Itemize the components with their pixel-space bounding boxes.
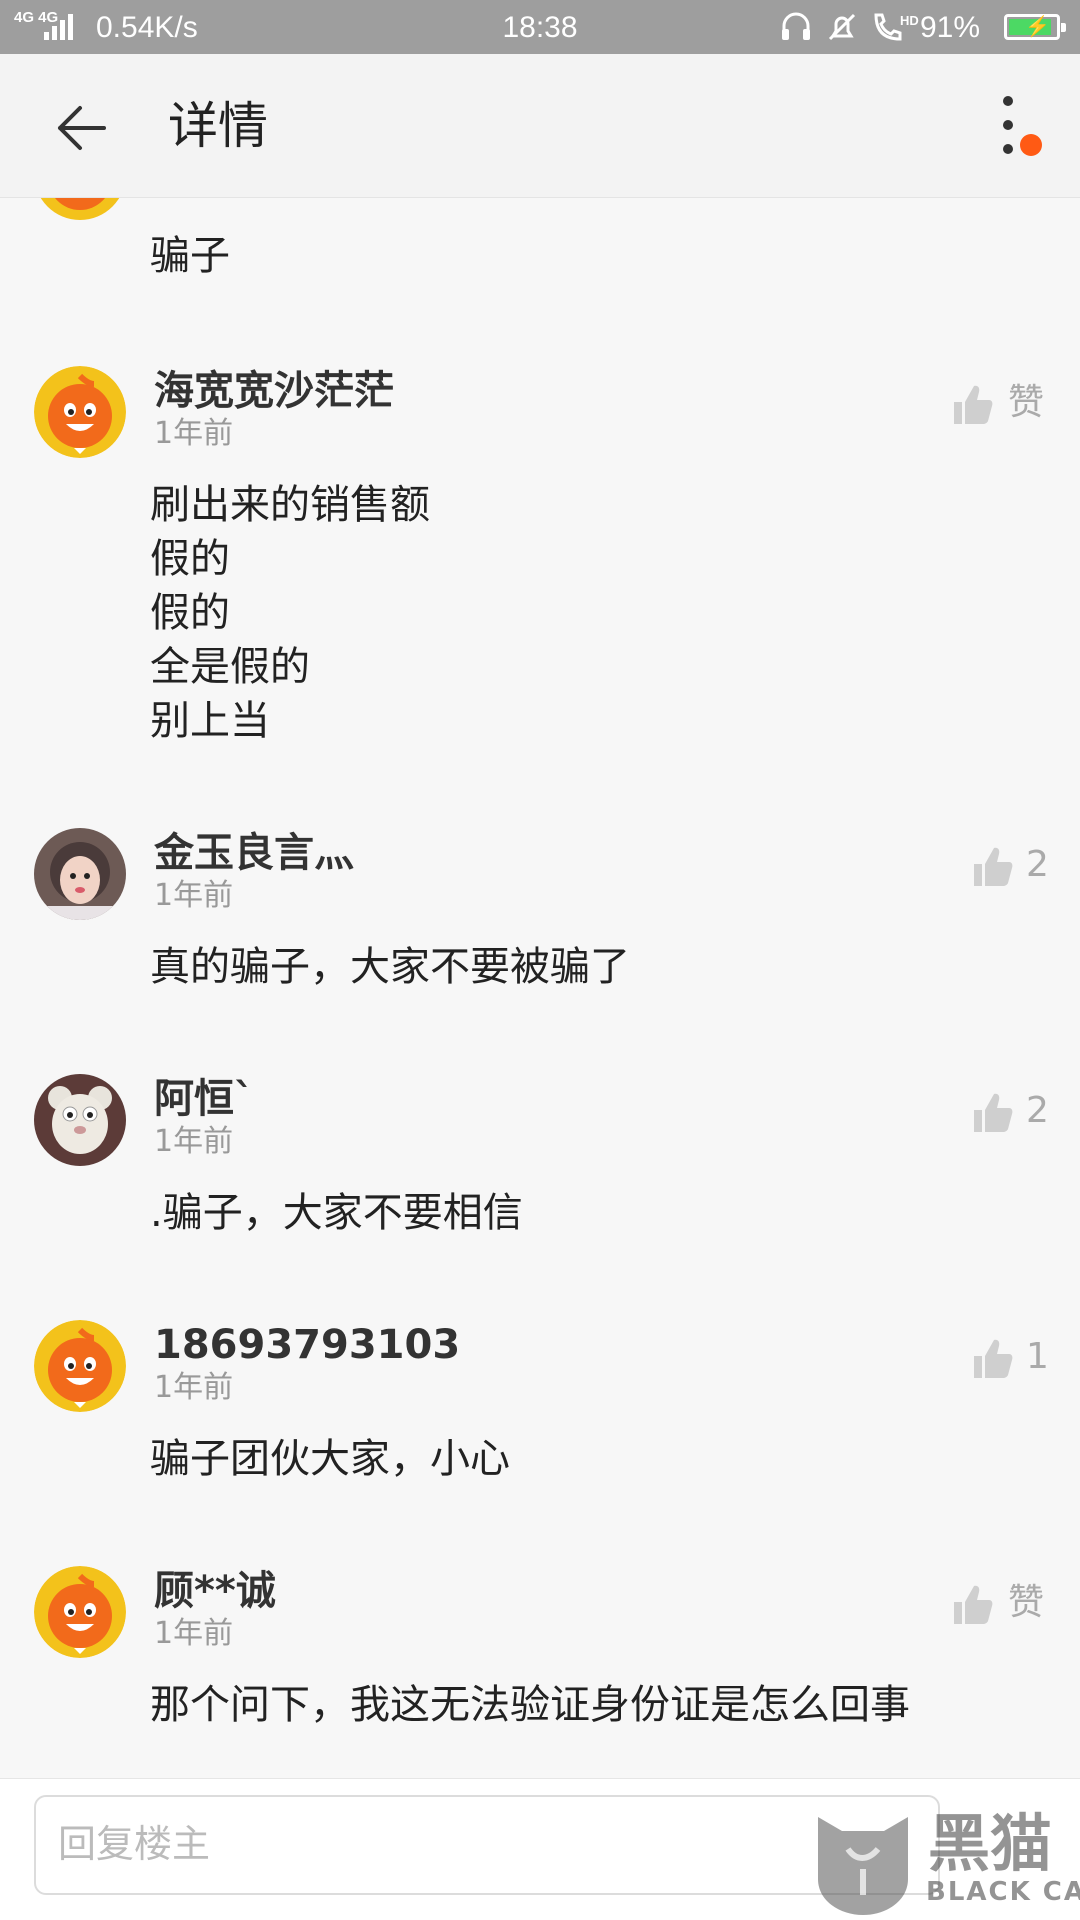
comment-time: 1年前 (154, 1370, 234, 1405)
avatar[interactable] (34, 198, 126, 220)
avatar[interactable] (34, 828, 126, 920)
like-button[interactable]: 赞 (950, 1578, 1046, 1628)
black-cat-logo-icon (818, 1817, 908, 1915)
status-bar: 4G 4G 0.54K/s 18:38 HD 91% ⚡ (0, 0, 1080, 54)
comment-line: 那个问下，我这无法验证身份证是怎么回事 (150, 1682, 910, 1728)
comment-list[interactable]: 骗子 海宽宽沙茫茫 1年前赞刷出来的销售额 假的 假的 全是假的 别上当 金玉良言灬 1年前 2… (0, 198, 1080, 1778)
like-count: 赞 (1008, 1582, 1045, 1623)
watermark-logo: 黑猫 BLACK CAT (808, 1809, 1080, 1919)
back-button[interactable] (52, 98, 112, 158)
page-title: 详情 (168, 97, 268, 155)
watermark-text: 黑猫 (928, 1807, 1053, 1880)
username[interactable]: 顾**诚 (154, 1568, 276, 1614)
more-options-button[interactable] (990, 94, 1026, 164)
comment-time: 1年前 (154, 1616, 234, 1651)
like-count: 2 (1026, 1090, 1049, 1131)
avatar[interactable] (34, 1074, 126, 1166)
comment-line: 真的骗子，大家不要被骗了 (150, 944, 630, 990)
comment-text: 骗子 (150, 233, 230, 279)
like-count: 2 (1026, 844, 1049, 885)
like-count: 1 (1026, 1336, 1049, 1377)
battery-percent: 91% (920, 11, 981, 44)
like-button[interactable]: 2 (970, 840, 1049, 890)
watermark-subtext: BLACK CAT (926, 1877, 1080, 1907)
comment-time: 1年前 (154, 878, 234, 913)
back-arrow-icon (58, 106, 106, 150)
headset-icon (782, 12, 810, 40)
like-button[interactable]: 2 (970, 1086, 1049, 1136)
username[interactable]: 18693793103 (154, 1322, 460, 1368)
avatar[interactable] (34, 1320, 126, 1412)
comment-time: 1年前 (154, 416, 234, 451)
like-button[interactable]: 赞 (950, 378, 1046, 428)
comment-text: 骗子团伙大家，小心 (150, 1432, 510, 1486)
username[interactable]: 阿恒` (154, 1076, 254, 1122)
comment-text: 真的骗子，大家不要被骗了 (150, 940, 630, 994)
avatar[interactable] (34, 366, 126, 458)
battery-icon: ⚡ (1004, 14, 1066, 40)
status-icons: HD (778, 9, 928, 45)
comment-line: .骗子，大家不要相信 (150, 1190, 523, 1236)
username[interactable]: 海宽宽沙茫茫 (154, 368, 394, 414)
hd-call-icon: HD (874, 13, 919, 41)
comment-line: 骗子团伙大家，小心 (150, 1436, 510, 1482)
username[interactable]: 金玉良言灬 (154, 830, 354, 876)
notification-badge (1020, 134, 1042, 156)
comment-text: 那个问下，我这无法验证身份证是怎么回事 (150, 1678, 910, 1732)
comment-line: 全是假的 (150, 644, 310, 690)
comment-time: 1年前 (154, 1124, 234, 1159)
comment-text: .骗子，大家不要相信 (150, 1186, 523, 1240)
like-count: 赞 (1008, 382, 1045, 423)
reply-bar: 黑猫 BLACK CAT (0, 1778, 1080, 1920)
svg-text:HD: HD (900, 13, 919, 28)
comment-line: 别上当 (150, 698, 270, 744)
reply-input[interactable] (34, 1795, 940, 1895)
more-dots-icon (1003, 96, 1013, 106)
mute-bell-icon (828, 13, 856, 41)
avatar[interactable] (34, 1566, 126, 1658)
app-header: 详情 (0, 54, 1080, 198)
comment-line: 刷出来的销售额 (150, 482, 430, 528)
comment-line: 假的 (150, 590, 230, 636)
comment-line: 假的 (150, 536, 230, 582)
like-button[interactable]: 1 (970, 1332, 1049, 1382)
comment-text: 刷出来的销售额 假的 假的 全是假的 别上当 (150, 478, 430, 748)
